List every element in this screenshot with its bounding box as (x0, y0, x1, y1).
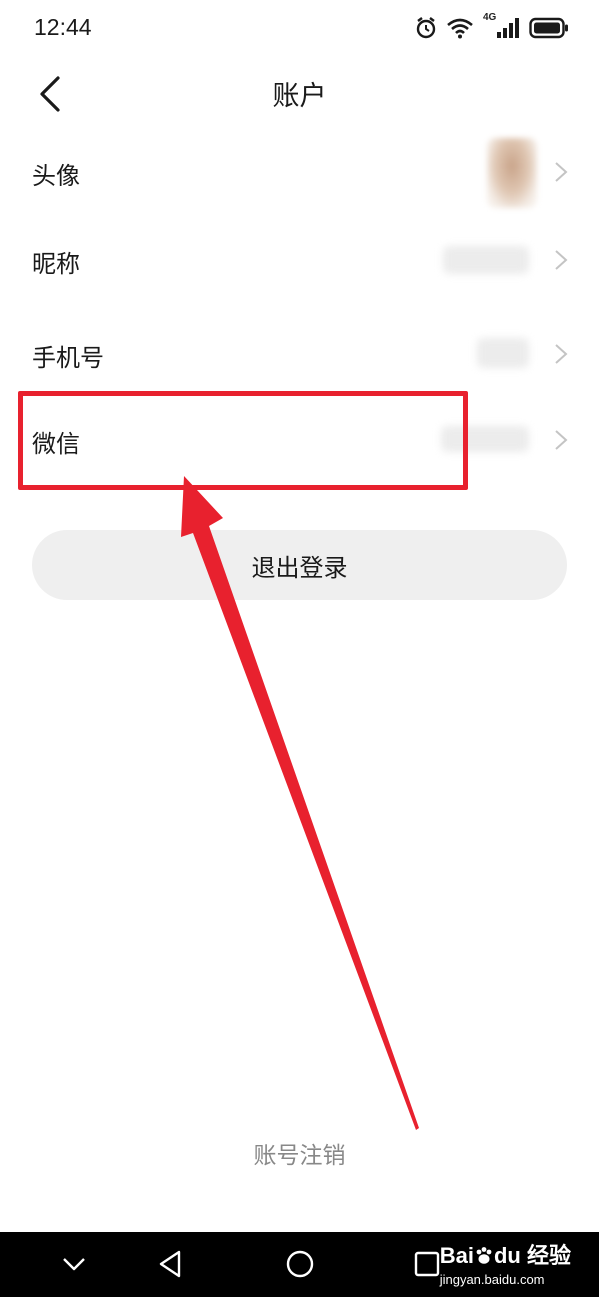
row-phone[interactable]: 手机号 (0, 304, 599, 396)
chevron-right-icon (555, 250, 568, 270)
chevron-down-icon[interactable] (56, 1246, 92, 1282)
row-phone-label: 手机号 (32, 344, 104, 372)
chevron-right-icon (555, 430, 568, 450)
phone-value-blurred (477, 338, 529, 368)
status-icons: 4G (415, 12, 569, 42)
row-nickname-label: 昵称 (32, 250, 80, 278)
status-bar: 12:44 4G (0, 0, 599, 58)
annotation-highlight-box (18, 391, 468, 490)
watermark-product: 经验 (526, 1243, 571, 1268)
avatar (487, 138, 537, 208)
wifi-icon (447, 18, 473, 39)
nickname-value-blurred (443, 246, 529, 274)
row-avatar[interactable]: 头像 (0, 128, 599, 216)
paw-icon (476, 1247, 492, 1264)
logout-button[interactable]: 退出登录 (32, 530, 567, 600)
back-triangle-icon[interactable] (153, 1246, 189, 1282)
battery-icon (529, 17, 568, 39)
chevron-right-icon (555, 344, 568, 364)
watermark-brand: Bai (439, 1243, 474, 1268)
status-time: 12:44 (34, 14, 92, 40)
home-circle-icon[interactable] (282, 1246, 318, 1282)
navigation-bar: Bai du 经验 jingyan.baidu.com (0, 1232, 599, 1297)
row-nickname[interactable]: 昵称 (0, 216, 599, 304)
page-title: 账户 (272, 81, 327, 112)
watermark-url: jingyan.baidu.com (439, 1272, 545, 1287)
cellular-signal-icon: 4G (483, 12, 519, 40)
alarm-icon (416, 17, 436, 39)
baidu-jingyan-watermark: Bai du 经验 jingyan.baidu.com (440, 1238, 571, 1287)
row-avatar-label: 头像 (32, 162, 80, 190)
header-bar: 账户 (0, 58, 599, 128)
chevron-right-icon (555, 162, 568, 182)
cancel-account-link[interactable]: 账号注销 (0, 1136, 599, 1170)
watermark-brand-suffix: du (493, 1243, 521, 1268)
